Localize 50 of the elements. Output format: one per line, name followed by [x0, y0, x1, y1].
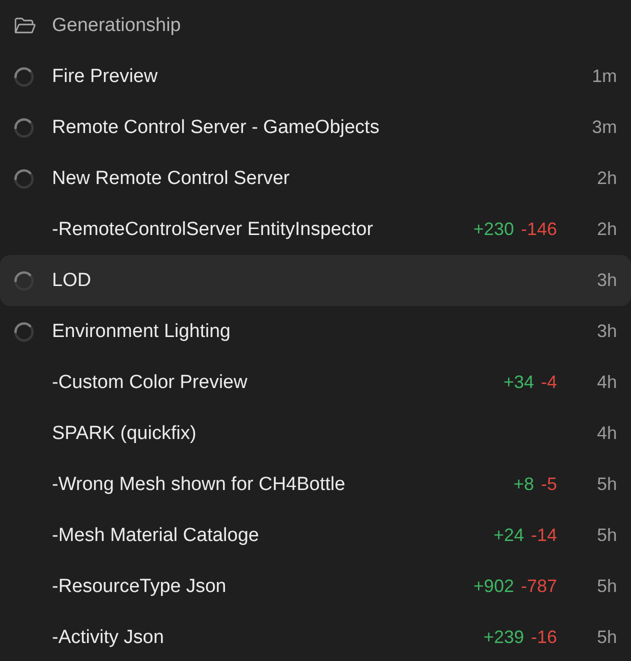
- time-label: 3h: [596, 270, 617, 291]
- item-title: -Wrong Mesh shown for CH4Bottle: [52, 474, 346, 496]
- list-item[interactable]: -Wrong Mesh shown for CH4Bottle +8 -5 5h: [0, 459, 631, 510]
- time-label: 3m: [590, 117, 617, 138]
- item-title: Fire Preview: [52, 66, 159, 88]
- time-label: 3h: [596, 321, 617, 342]
- time-label: 4h: [596, 372, 617, 393]
- additions-count: +239: [483, 627, 524, 648]
- additions-count: +24: [493, 525, 524, 546]
- item-title: New Remote Control Server: [52, 168, 291, 190]
- folder-title: Generationship: [52, 14, 181, 36]
- deletions-count: -4: [540, 372, 557, 393]
- additions-count: +34: [503, 372, 534, 393]
- additions-count: +8: [513, 474, 534, 495]
- additions-count: +902: [473, 576, 514, 597]
- list-item[interactable]: LOD 3h: [0, 255, 631, 306]
- list-item[interactable]: -ResourceType Json +902 -787 5h: [0, 561, 631, 612]
- time-label: 4h: [596, 423, 617, 444]
- additions-count: +230: [473, 219, 514, 240]
- item-title: LOD: [52, 270, 92, 292]
- time-label: 5h: [596, 474, 617, 495]
- deletions-count: -16: [530, 627, 557, 648]
- list-item[interactable]: Remote Control Server - GameObjects 3m: [0, 102, 631, 153]
- time-label: 5h: [596, 525, 617, 546]
- list-item[interactable]: -Mesh Material Cataloge +24 -14 5h: [0, 510, 631, 561]
- time-label: 5h: [596, 576, 617, 597]
- deletions-count: -5: [540, 474, 557, 495]
- list-item[interactable]: SPARK (quickfix) 4h: [0, 408, 631, 459]
- list-item[interactable]: New Remote Control Server 2h: [0, 153, 631, 204]
- time-label: 5h: [596, 627, 617, 648]
- item-title: Remote Control Server - GameObjects: [52, 116, 380, 138]
- item-title: -ResourceType Json: [52, 576, 228, 598]
- deletions-count: -14: [530, 525, 557, 546]
- item-title: -Activity Json: [52, 626, 165, 648]
- list-item[interactable]: Environment Lighting 3h: [0, 306, 631, 357]
- item-title: SPARK (quickfix): [52, 422, 198, 444]
- list-item[interactable]: Fire Preview 1m: [0, 51, 631, 102]
- item-title: -Mesh Material Cataloge: [52, 524, 260, 546]
- time-label: 1m: [590, 66, 617, 87]
- deletions-count: -146: [520, 219, 557, 240]
- deletions-count: -787: [520, 576, 557, 597]
- item-title: -RemoteControlServer EntityInspector: [52, 218, 374, 240]
- time-label: 2h: [596, 219, 617, 240]
- list-item[interactable]: -Activity Json +239 -16 5h: [0, 612, 631, 661]
- folder-icon: [14, 16, 36, 34]
- item-title: -Custom Color Preview: [52, 372, 248, 394]
- list-item[interactable]: -Custom Color Preview +34 -4 4h: [0, 357, 631, 408]
- list-item[interactable]: -RemoteControlServer EntityInspector +230 -146 2h: [0, 204, 631, 255]
- time-label: 2h: [596, 168, 617, 189]
- item-title: Environment Lighting: [52, 320, 232, 342]
